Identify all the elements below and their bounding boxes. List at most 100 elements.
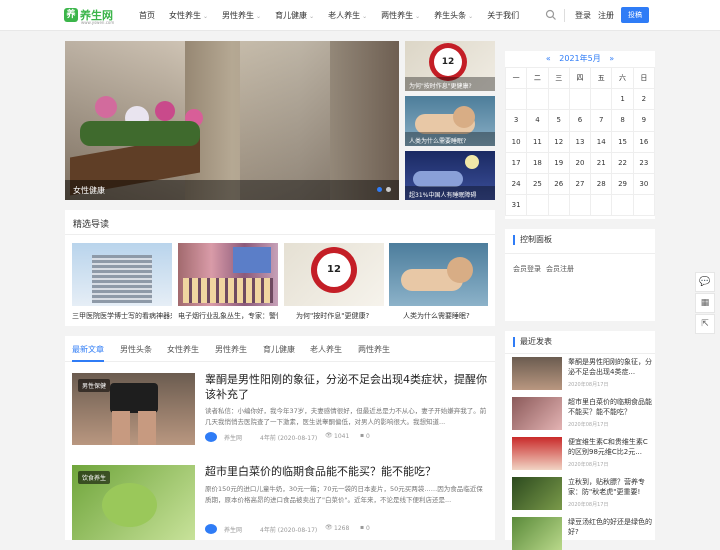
control-panel: 控制面板 会员登录 会员注册: [505, 229, 655, 321]
chevron-down-icon: ⌄: [203, 13, 209, 20]
share-icon[interactable]: ⇱: [695, 314, 715, 334]
chat-icon[interactable]: 💬: [695, 272, 715, 292]
article-2-author[interactable]: 养生网: [224, 525, 242, 534]
main-slide-caption: 女性健康: [73, 186, 105, 195]
recent-thumb: [512, 517, 562, 550]
article-2-views: 1268: [334, 525, 350, 532]
recent-posts-title: 最近发表: [513, 337, 552, 347]
tab-bar: 最新文章 男性头条 女性养生 男性养生 育儿健康 老人养生 两性养生: [65, 336, 495, 362]
featured-caption-3[interactable]: 为何"按时作息"更健康?: [296, 311, 396, 321]
weekday: 五: [590, 66, 613, 90]
calendar-day: 21: [590, 151, 613, 174]
logo-mark: 养: [64, 8, 78, 22]
featured-image-1[interactable]: [72, 243, 172, 306]
login-link[interactable]: 登录: [575, 10, 591, 21]
recent-divider: [505, 353, 655, 354]
featured-caption-2[interactable]: 电子烟行业乱象丛生，专家：警惕: [178, 311, 278, 321]
chevron-down-icon: ⌄: [415, 13, 421, 20]
site-logo[interactable]: 养 养生网 www.yswen.com: [64, 7, 114, 25]
article-1-meta: 养生网 4年前 (2020-08-17) 👁 1041 ▪ 0: [205, 432, 487, 442]
tab-men[interactable]: 男性养生: [215, 344, 247, 355]
register-link[interactable]: 注册: [598, 10, 614, 21]
main-slide-image[interactable]: 女性健康: [65, 41, 399, 200]
header-divider: [564, 9, 565, 22]
nav-sexual[interactable]: 两性养生 ⌄: [381, 10, 420, 21]
recent-item-date: 2020年08月17日: [568, 502, 609, 508]
nav-home[interactable]: 首页: [139, 10, 155, 21]
nav-women[interactable]: 女性养生 ⌄: [169, 10, 208, 21]
nav-men[interactable]: 男性养生 ⌄: [222, 10, 261, 21]
calendar-day: 27: [568, 172, 592, 196]
recent-item-title[interactable]: 便宜维生素C和贵维生素C的区别98元维C比2元...: [568, 437, 652, 457]
submit-post-button[interactable]: 投稿: [621, 7, 649, 23]
nav-elderly[interactable]: 老人养生 ⌄: [328, 10, 367, 21]
eye-icon: 👁: [325, 524, 333, 531]
calendar-next[interactable]: »: [609, 54, 614, 63]
calendar-day: 15: [611, 130, 634, 153]
side-slide-1[interactable]: 12 为何"按时作息"更健康?: [405, 41, 495, 91]
calendar-day: [547, 194, 570, 217]
calendar-day: 19: [547, 151, 570, 174]
calendar-grid: 一二三四五六日 12 3456789 10 11 12 13 14 15 16 17 18 19…: [504, 66, 656, 217]
calendar-day: 5: [547, 109, 570, 132]
tab-latest[interactable]: 最新文章: [72, 344, 104, 355]
article-1-badge: 男性保健: [78, 379, 111, 392]
calendar-day: 8: [611, 109, 634, 132]
slider-dot[interactable]: [386, 187, 391, 192]
article-1-author[interactable]: 养生网: [224, 433, 242, 442]
recent-item-title[interactable]: 睾酮是男性阳刚的象征，分泌不足会出现4类症...: [568, 357, 652, 377]
comment-icon: ▪: [360, 524, 365, 531]
calendar-day: [526, 194, 549, 217]
author-avatar: [205, 432, 217, 442]
weekday: 四: [568, 66, 592, 90]
tab-elderly[interactable]: 老人养生: [310, 344, 342, 355]
calendar-day: 18: [526, 151, 549, 174]
nav-parenting[interactable]: 育儿健康 ⌄: [275, 10, 314, 21]
recent-thumb: [512, 397, 562, 430]
qrcode-icon[interactable]: ▦: [695, 293, 715, 313]
weekday: 一: [504, 66, 528, 90]
side-slide-2[interactable]: 人类为什么需要睡眠?: [405, 96, 495, 146]
article-2-title[interactable]: 超市里白菜价的临期食品能不能买？能不能吃？: [205, 464, 487, 479]
nav-headlines[interactable]: 养生头条 ⌄: [434, 10, 473, 21]
recent-thumb: [512, 477, 562, 510]
tab-women[interactable]: 女性养生: [167, 344, 199, 355]
featured-image-2[interactable]: [178, 243, 278, 306]
article-1-image[interactable]: 男性保健: [72, 373, 195, 445]
calendar-prev[interactable]: «: [546, 54, 551, 63]
featured-caption-1[interactable]: 三甲医院医学博士写的看病神器来了: [72, 311, 172, 321]
member-register-link[interactable]: 会员注册: [546, 264, 574, 274]
featured-image-3[interactable]: 12: [284, 243, 384, 306]
weekday: 日: [632, 66, 656, 90]
article-1-title[interactable]: 睾酮是男性阳刚的象征，分泌不足会出现4类症状，提醒你该补充了: [205, 372, 487, 402]
calendar-week: 3456789: [504, 109, 656, 132]
article-1-comments: 0: [366, 433, 370, 440]
calendar-day: 23: [632, 151, 656, 174]
calendar-day: [611, 194, 634, 217]
main-nav: 首页 女性养生 ⌄ 男性养生 ⌄ 育儿健康 ⌄ 老人养生 ⌄ 两性养生 ⌄ 养生头条 ⌄ 关…: [139, 10, 533, 21]
recent-item-title[interactable]: 超市里白菜价的临期食品能不能买？能不能吃？: [568, 397, 652, 417]
member-login-link[interactable]: 会员登录: [513, 264, 541, 274]
article-2-image[interactable]: 饮食养生: [72, 465, 195, 540]
tab-men-headlines[interactable]: 男性头条: [120, 344, 152, 355]
calendar-week: 12: [504, 88, 656, 111]
featured-section: 精选导读 三甲医院医学博士写的看病神器来了 电子烟行业乱象丛生，专家：警惕 12…: [65, 210, 495, 326]
nav-about[interactable]: 关于我们: [487, 10, 519, 21]
recent-item-date: 2020年08月17日: [568, 422, 609, 428]
recent-item-title[interactable]: 绿豆汤红色的好还是绿色的好?: [568, 517, 652, 537]
calendar-weekdays: 一二三四五六日: [504, 66, 656, 90]
tab-sexual[interactable]: 两性养生: [358, 344, 390, 355]
recent-item-title[interactable]: 立秋到，贴秋膘？营养专家：防"秋老虎"更重要!: [568, 477, 652, 497]
search-icon[interactable]: [545, 9, 557, 21]
weekday: 六: [611, 66, 634, 90]
article-1-excerpt: 读者私信：小编你好，我今年37岁，夫妻感情很好，但最近总是力不从心，妻子开始嫌弃…: [205, 407, 487, 426]
article-2-badge: 饮食养生: [78, 471, 111, 484]
calendar-week: 24 25 26 27 28 29 30: [504, 172, 656, 196]
tab-parenting[interactable]: 育儿健康: [263, 344, 295, 355]
calendar-day: [632, 194, 656, 217]
recent-item-date: 2020年08月17日: [568, 382, 609, 388]
side-slide-3[interactable]: 超31%中国人有睡眠障碍: [405, 151, 495, 200]
featured-caption-4[interactable]: 人类为什么需要睡眠?: [403, 311, 503, 321]
slider-dot-active[interactable]: [377, 187, 382, 192]
featured-image-4[interactable]: [389, 243, 488, 306]
